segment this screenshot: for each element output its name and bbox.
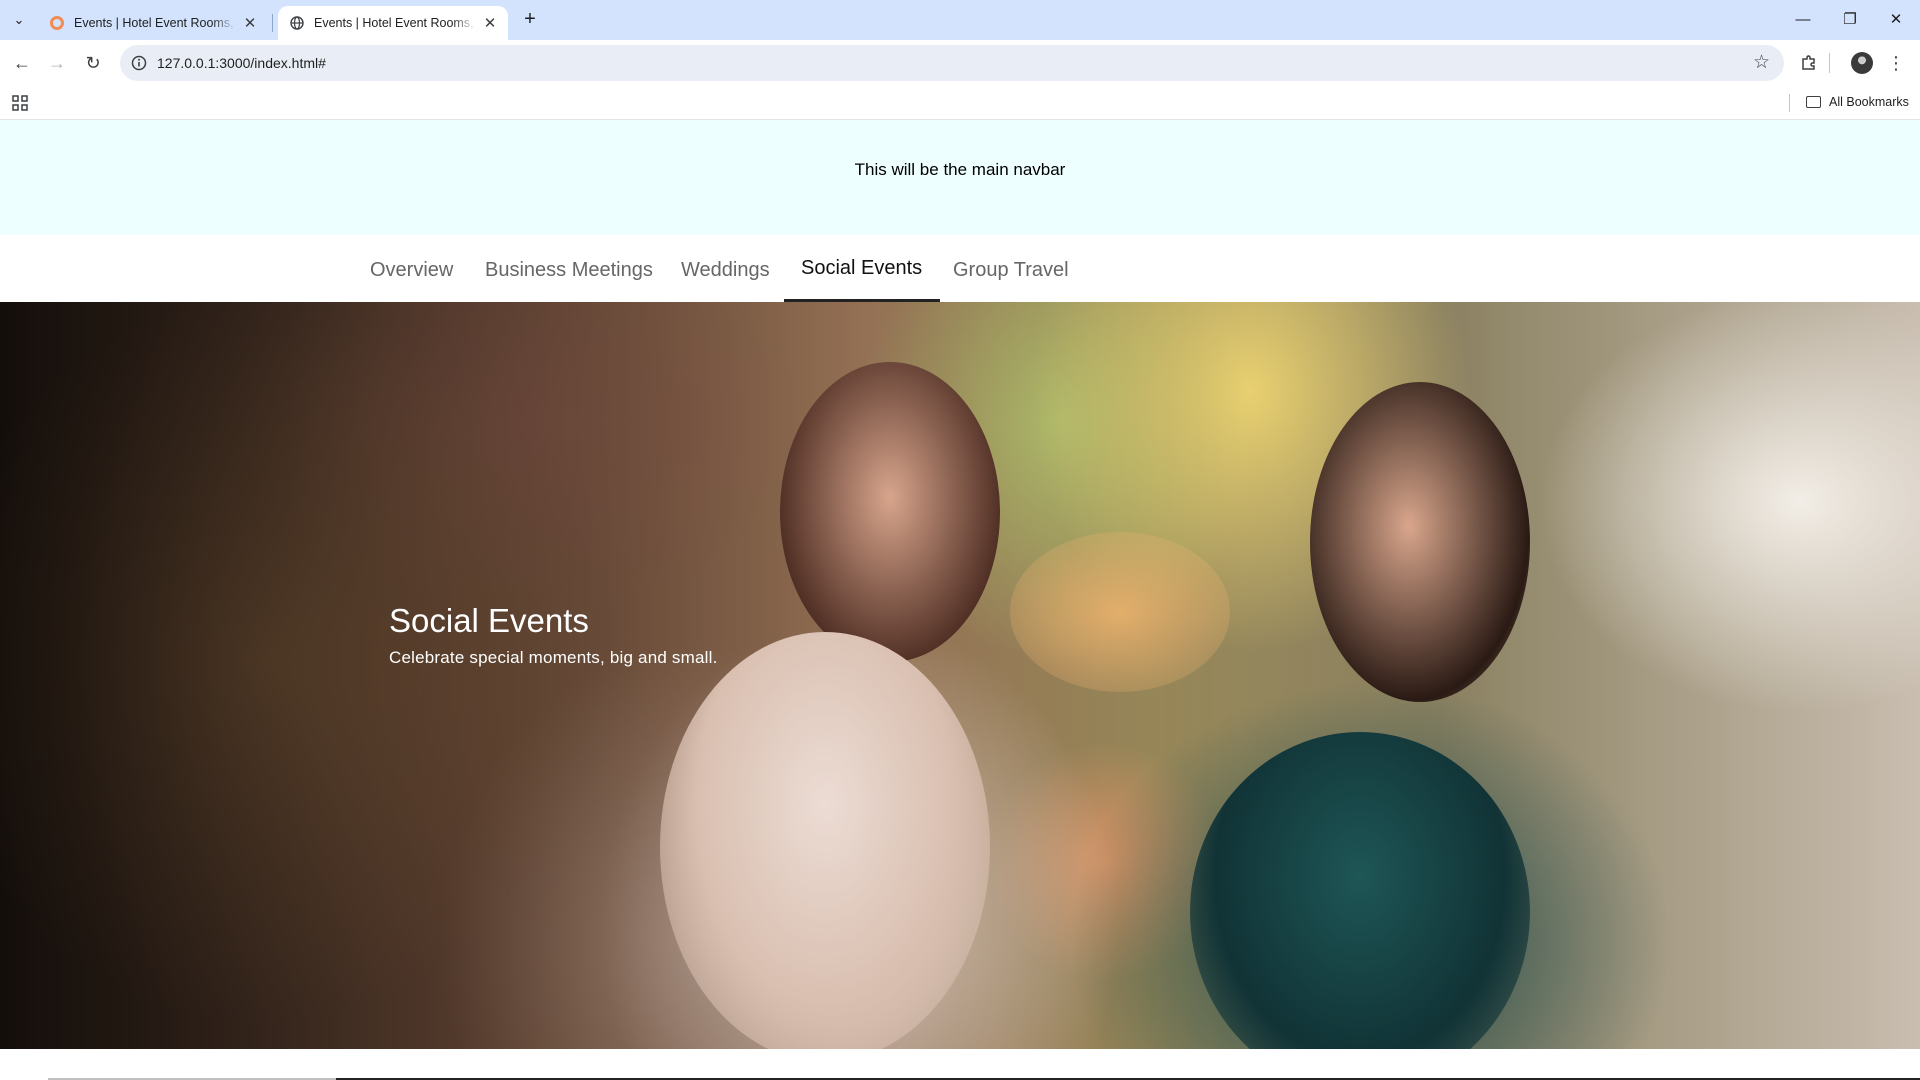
subnav-item-overview[interactable]: Overview xyxy=(370,235,453,302)
bookmarks-separator xyxy=(1789,94,1790,112)
puzzle-icon xyxy=(1802,55,1815,70)
browser-tab-1[interactable]: Events | Hotel Event Rooms, Ha ✕ xyxy=(38,6,268,40)
hero-banner: Social Events Celebrate special moments,… xyxy=(0,302,1920,1049)
web-page: This will be the main navbar Overview Bu… xyxy=(0,120,1920,1080)
browser-menu-button[interactable]: ⋮ xyxy=(1884,51,1908,75)
close-icon[interactable]: ✕ xyxy=(482,14,498,32)
all-bookmarks-button[interactable]: All Bookmarks xyxy=(1806,95,1909,109)
star-icon[interactable]: ☆ xyxy=(1753,51,1770,74)
section-divider xyxy=(0,1049,1920,1080)
browser-tabstrip: ⌄ Events | Hotel Event Rooms, Ha ✕ Event… xyxy=(0,0,1920,40)
main-navbar: This will be the main navbar xyxy=(0,120,1920,235)
subnav-item-social-events[interactable]: Social Events xyxy=(784,235,941,302)
toolbar-separator xyxy=(1829,53,1830,73)
hero-subtitle: Celebrate special moments, big and small… xyxy=(389,648,718,667)
site-favicon-icon xyxy=(50,16,64,30)
hero-photo-figure xyxy=(1310,382,1530,702)
url-text[interactable]: 127.0.0.1:3000/index.html# xyxy=(157,55,326,71)
subnav-item-weddings[interactable]: Weddings xyxy=(681,235,770,302)
folder-icon xyxy=(1806,96,1821,108)
hero-photo-figure xyxy=(660,632,990,1049)
all-bookmarks-label: All Bookmarks xyxy=(1829,95,1909,109)
browser-toolbar: ← → ↻ 127.0.0.1:3000/index.html# ☆ ⋮ xyxy=(0,40,1920,86)
globe-icon xyxy=(290,16,304,30)
subnav-item-group-travel[interactable]: Group Travel xyxy=(953,235,1069,302)
arrow-right-icon: → xyxy=(48,53,66,73)
hero-photo-figure xyxy=(1190,732,1530,1049)
tab-search-button[interactable]: ⌄ xyxy=(6,8,32,32)
tab-divider xyxy=(272,14,273,32)
restore-icon: ❐ xyxy=(1843,11,1857,28)
back-button[interactable]: ← xyxy=(10,51,34,75)
info-icon[interactable] xyxy=(130,54,148,72)
reload-icon: ↻ xyxy=(85,53,101,73)
forward-button[interactable]: → xyxy=(45,51,69,75)
minimize-icon: — xyxy=(1795,11,1811,28)
profile-avatar[interactable] xyxy=(1851,52,1873,74)
main-navbar-placeholder: This will be the main navbar xyxy=(854,160,1066,179)
tab-title: Events | Hotel Event Rooms, Ha xyxy=(74,16,236,30)
kebab-menu-icon: ⋮ xyxy=(1887,53,1905,73)
events-subnav: Overview Business Meetings Weddings Soci… xyxy=(0,235,1920,302)
new-tab-button[interactable]: + xyxy=(518,8,542,32)
chevron-down-icon: ⌄ xyxy=(13,12,25,27)
hero-photo-figure xyxy=(1010,532,1230,692)
arrow-left-icon: ← xyxy=(13,53,31,73)
close-window-button[interactable]: ✕ xyxy=(1873,8,1919,32)
subnav-item-business-meetings[interactable]: Business Meetings xyxy=(485,235,653,302)
extensions-button[interactable] xyxy=(1797,51,1821,75)
reload-button[interactable]: ↻ xyxy=(81,51,105,75)
close-icon[interactable]: ✕ xyxy=(242,14,258,32)
browser-tab-2[interactable]: Events | Hotel Event Rooms, Ha ✕ xyxy=(278,6,508,40)
hero-title: Social Events xyxy=(389,602,589,639)
restore-button[interactable]: ❐ xyxy=(1827,8,1873,32)
minimize-button[interactable]: — xyxy=(1780,8,1826,32)
plus-icon: + xyxy=(524,8,536,30)
tab-title: Events | Hotel Event Rooms, Ha xyxy=(314,16,476,30)
hero-photo-figure xyxy=(780,362,1000,662)
address-bar[interactable]: 127.0.0.1:3000/index.html# ☆ xyxy=(120,45,1784,81)
bookmarks-bar: All Bookmarks xyxy=(0,86,1920,120)
close-icon: ✕ xyxy=(1889,11,1903,28)
apps-grid-icon[interactable] xyxy=(12,95,28,111)
